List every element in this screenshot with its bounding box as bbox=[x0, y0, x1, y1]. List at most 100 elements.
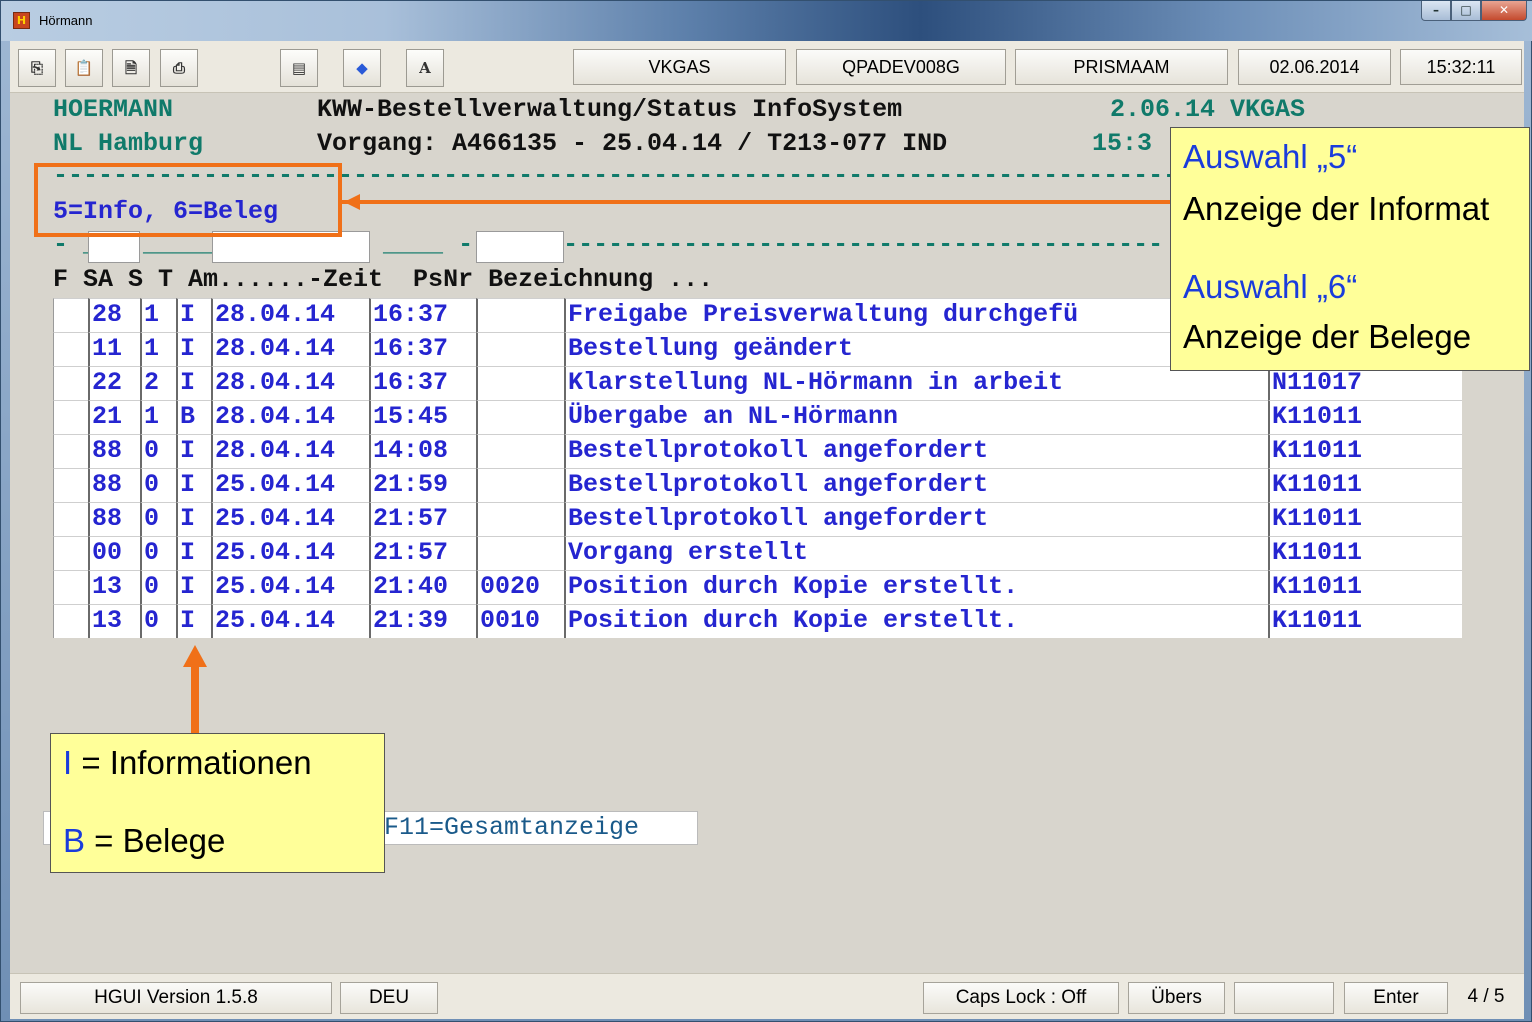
print-screen-icon[interactable]: ▤ bbox=[280, 49, 318, 87]
system-time: 15:32:11 bbox=[1400, 49, 1522, 85]
cell-s: 1 bbox=[140, 400, 176, 434]
cell-sa: 28 bbox=[88, 298, 140, 332]
arrow-head-left-icon bbox=[344, 194, 360, 210]
cell-time: 14:08 bbox=[369, 434, 476, 468]
cell-t: I bbox=[176, 604, 211, 638]
table-row: 00 0 I 25.04.14 21:57 Vorgang erstellt K… bbox=[53, 536, 1462, 570]
copy-icon[interactable]: ⎘ bbox=[18, 49, 56, 87]
select-field[interactable] bbox=[53, 502, 88, 536]
app-icon: H bbox=[13, 12, 30, 29]
cell-s: 1 bbox=[140, 332, 176, 366]
title-bar: H Hörmann – □ ✕ bbox=[1, 1, 1532, 41]
cell-psnr bbox=[476, 366, 564, 400]
cell-sa: 88 bbox=[88, 468, 140, 502]
toolbar: ⎘ 📋 ⎙ 🗎 ▤ ◆ A VKGAS QPADEV008G PRISMAAM … bbox=[10, 41, 1524, 93]
cell-psnr: 0010 bbox=[476, 604, 564, 638]
cell-date: 28.04.14 bbox=[211, 298, 369, 332]
user-name: PRISMAAM bbox=[1015, 49, 1228, 85]
cell-t: I bbox=[176, 332, 211, 366]
select-field[interactable] bbox=[53, 400, 88, 434]
maximize-button[interactable]: □ bbox=[1451, 1, 1481, 21]
close-button[interactable]: ✕ bbox=[1481, 1, 1527, 21]
print-icon[interactable]: ⎙ bbox=[160, 49, 198, 87]
version-label: HGUI Version 1.5.8 bbox=[20, 982, 332, 1014]
cell-sa: 88 bbox=[88, 502, 140, 536]
cell-psnr bbox=[476, 536, 564, 570]
cell-time: 16:37 bbox=[369, 332, 476, 366]
cell-psnr bbox=[476, 468, 564, 502]
cell-sa: 00 bbox=[88, 536, 140, 570]
cell-t: I bbox=[176, 570, 211, 604]
cell-date: 25.04.14 bbox=[211, 604, 369, 638]
callout-option-6-desc: Anzeige der Belege bbox=[1183, 318, 1472, 355]
minimize-button[interactable]: – bbox=[1421, 1, 1451, 21]
cell-user: K11011 bbox=[1268, 604, 1462, 638]
status-bar: HGUI Version 1.5.8 DEU Caps Lock : Off Ü… bbox=[10, 973, 1524, 1019]
cell-t: I bbox=[176, 468, 211, 502]
cell-date: 25.04.14 bbox=[211, 502, 369, 536]
cell-description: Klarstellung NL-Hörmann in arbeit bbox=[564, 366, 1268, 400]
cell-sa: 22 bbox=[88, 366, 140, 400]
cell-psnr bbox=[476, 298, 564, 332]
cell-t: I bbox=[176, 502, 211, 536]
table-row: 88 0 I 25.04.14 21:57 Bestellprotokoll a… bbox=[53, 502, 1462, 536]
table-row: 88 0 I 25.04.14 21:59 Bestellprotokoll a… bbox=[53, 468, 1462, 502]
cell-date: 28.04.14 bbox=[211, 366, 369, 400]
cell-s: 0 bbox=[140, 434, 176, 468]
cell-sa: 13 bbox=[88, 604, 140, 638]
system-date: 02.06.2014 bbox=[1238, 49, 1391, 85]
select-field[interactable] bbox=[53, 570, 88, 604]
arrow-head-up-icon bbox=[183, 645, 207, 667]
select-field[interactable] bbox=[53, 366, 88, 400]
diamond-icon[interactable]: ◆ bbox=[343, 49, 381, 87]
cell-date: 25.04.14 bbox=[211, 536, 369, 570]
cell-sa: 88 bbox=[88, 434, 140, 468]
cell-description: Bestellprotokoll angefordert bbox=[564, 434, 1268, 468]
callout-option-5-desc: Anzeige der Informat bbox=[1183, 190, 1490, 227]
cell-description: Übergabe an NL-Hörmann bbox=[564, 400, 1268, 434]
cell-description: Vorgang erstellt bbox=[564, 536, 1268, 570]
cell-description: Bestellung geändert bbox=[564, 332, 1268, 366]
application-window: H Hörmann – □ ✕ ⎘ 📋 ⎙ 🗎 ▤ ◆ A VKGAS QPAD… bbox=[0, 0, 1532, 1022]
terminal-screen: HOERMANN KWW-Bestellverwaltung/Status In… bbox=[10, 93, 1530, 973]
cell-user: K11011 bbox=[1268, 502, 1462, 536]
page-indicator: 4 / 5 bbox=[1467, 986, 1505, 1007]
cell-t: I bbox=[176, 366, 211, 400]
cell-s: 0 bbox=[140, 604, 176, 638]
select-field[interactable] bbox=[53, 604, 88, 638]
table-row: 88 0 I 28.04.14 14:08 Bestellprotokoll a… bbox=[53, 434, 1462, 468]
branch-name: NL Hamburg bbox=[53, 129, 204, 158]
print-preview-icon[interactable]: 🗎 bbox=[112, 49, 150, 87]
window-title: Hörmann bbox=[39, 13, 93, 28]
cell-description: Bestellprotokoll angefordert bbox=[564, 468, 1268, 502]
font-icon[interactable]: A bbox=[406, 49, 444, 87]
enter-button[interactable]: Enter bbox=[1344, 982, 1448, 1014]
cell-t: I bbox=[176, 536, 211, 570]
select-field[interactable] bbox=[53, 298, 88, 332]
cell-description: Bestellprotokoll angefordert bbox=[564, 502, 1268, 536]
cell-time: 21:39 bbox=[369, 604, 476, 638]
cell-sa: 13 bbox=[88, 570, 140, 604]
cell-sa: 11 bbox=[88, 332, 140, 366]
cell-psnr bbox=[476, 502, 564, 536]
callout-option-6: Auswahl „6“ bbox=[1183, 268, 1358, 305]
cell-date: 28.04.14 bbox=[211, 400, 369, 434]
cell-s: 0 bbox=[140, 536, 176, 570]
caps-lock-status: Caps Lock : Off bbox=[923, 982, 1119, 1014]
select-field[interactable] bbox=[53, 536, 88, 570]
paste-icon[interactable]: 📋 bbox=[65, 49, 103, 87]
system-name: VKGAS bbox=[573, 49, 786, 85]
cell-t: I bbox=[176, 298, 211, 332]
cell-s: 0 bbox=[140, 570, 176, 604]
cell-user: K11011 bbox=[1268, 400, 1462, 434]
select-field[interactable] bbox=[53, 468, 88, 502]
cell-description: Position durch Kopie erstellt. bbox=[564, 604, 1268, 638]
select-field[interactable] bbox=[53, 332, 88, 366]
header-date-system: 2.06.14 VKGAS bbox=[1110, 95, 1306, 124]
filter-psnr-input[interactable] bbox=[476, 231, 564, 263]
arrow-line-right bbox=[342, 200, 1170, 204]
select-field[interactable] bbox=[53, 434, 88, 468]
empty-status-field bbox=[1234, 982, 1334, 1014]
overwrite-mode: Übers bbox=[1128, 982, 1225, 1014]
cell-s: 0 bbox=[140, 502, 176, 536]
